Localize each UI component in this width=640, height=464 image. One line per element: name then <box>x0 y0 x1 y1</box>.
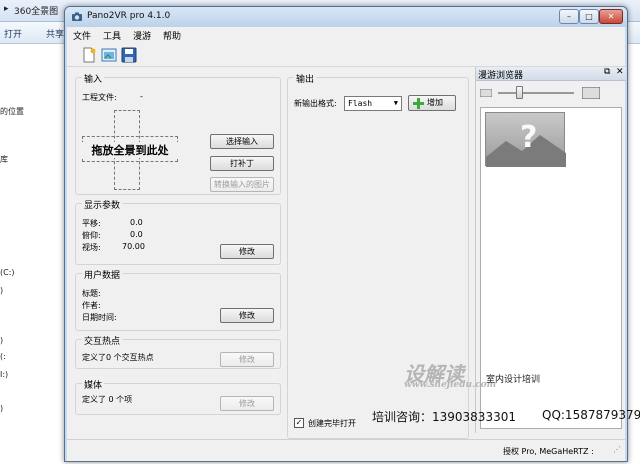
watermark-url: www.shejiedu.com <box>404 380 497 390</box>
output-format-select[interactable]: Flash ▼ <box>344 96 402 111</box>
hotspot-summary: 定义了0 个交互热点 <box>82 353 154 362</box>
watermark-tagline: 室内设计培训 <box>486 375 541 385</box>
project-file-label: 工程文件: <box>82 93 117 102</box>
tilt-value: 0.0 <box>130 230 143 239</box>
tour-browser-title: 漫游浏览器 <box>478 71 524 81</box>
input-group-title: 输入 <box>82 72 105 85</box>
resize-grip-icon[interactable]: ⋰ <box>613 445 621 454</box>
media-group: 媒体 定义了 0 个项 修改 <box>75 378 281 415</box>
dropdown-arrow-icon: ▼ <box>393 99 398 107</box>
sidebar-item[interactable]: (: <box>0 352 6 361</box>
add-output-label: 增加 <box>427 98 443 107</box>
fov-label: 视场: <box>82 243 101 252</box>
sidebar-item[interactable]: 库 <box>0 154 8 165</box>
menu-bar: 文件 工具 漫游 帮助 <box>67 27 625 43</box>
svg-text:?: ? <box>520 120 537 155</box>
new-project-icon[interactable] <box>81 47 97 63</box>
pano2vr-app-icon <box>72 12 82 21</box>
unknown-image-icon: ? <box>486 120 566 167</box>
small-thumb-icon <box>480 89 492 97</box>
explorer-address-text: 360全景图 <box>14 7 59 17</box>
tour-browser-header: 漫游浏览器 ⧉ ✕ <box>476 67 626 81</box>
add-plus-icon <box>413 98 424 109</box>
sidebar-item[interactable]: ) <box>0 404 3 413</box>
status-bar: 授权 Pro, MeGaHeRTZ : ⋰ <box>67 439 625 461</box>
explorer-right-toolbar <box>628 22 640 44</box>
fov-value: 70.00 <box>122 242 145 251</box>
main-toolbar <box>67 43 625 67</box>
maximize-button[interactable]: □ <box>579 9 599 24</box>
user-data-title: 用户数据 <box>82 268 123 281</box>
explorer-sidebar: 的位置 库 (C:) ) ) (: I:) ) <box>0 44 62 464</box>
menu-tour[interactable]: 漫游 <box>133 29 151 42</box>
convert-input-button[interactable]: 转换输入的图片 <box>210 177 274 192</box>
slider-handle[interactable] <box>516 86 523 99</box>
title-bar[interactable]: Pano2VR pro 4.1.0 – □ ✕ <box>65 7 627 27</box>
datetime-label: 日期时间: <box>82 313 117 322</box>
sidebar-item[interactable]: ) <box>0 336 3 345</box>
pano2vr-window: Pano2VR pro 4.1.0 – □ ✕ 文件 工具 漫游 帮助 输入 工… <box>64 6 628 462</box>
minimize-button[interactable]: – <box>559 9 579 24</box>
close-panel-icon[interactable]: ✕ <box>616 67 624 77</box>
media-title: 媒体 <box>82 378 105 391</box>
consult-phone-text: 培训咨询：13903833301 <box>372 410 516 424</box>
sidebar-item[interactable]: ) <box>0 286 3 295</box>
window-title: Pano2VR pro 4.1.0 <box>87 11 171 21</box>
pan-value: 0.0 <box>130 218 143 227</box>
license-text: 授权 Pro, MeGaHeRTZ : <box>503 447 594 456</box>
panorama-thumbnail[interactable]: ? <box>485 112 566 167</box>
display-params-title: 显示参数 <box>82 198 123 211</box>
display-modify-button[interactable]: 修改 <box>220 244 274 259</box>
open-project-icon[interactable] <box>101 47 117 63</box>
patch-button[interactable]: 打补丁 <box>210 156 274 171</box>
panorama-drop-zone[interactable]: 拖放全景到此处 <box>82 110 178 190</box>
display-params-group: 显示参数 平移: 0.0 俯仰: 0.0 视场: 70.00 修改 <box>75 198 281 265</box>
menu-tools[interactable]: 工具 <box>103 29 121 42</box>
hotspot-title: 交互热点 <box>82 334 123 347</box>
qq-contact-text: QQ:1587879379 <box>542 408 640 422</box>
menu-file[interactable]: 文件 <box>73 29 91 42</box>
sidebar-item[interactable]: 的位置 <box>0 106 24 117</box>
media-modify-button[interactable]: 修改 <box>220 396 274 411</box>
thumbnail-size-slider[interactable] <box>498 92 574 94</box>
open-after-label: 创建完毕打开 <box>308 419 356 428</box>
user-data-group: 用户数据 标题: 作者: 日期时间: 修改 <box>75 268 281 331</box>
hotspot-group: 交互热点 定义了0 个交互热点 修改 <box>75 334 281 369</box>
float-panel-icon[interactable]: ⧉ <box>604 67 610 77</box>
output-format-value: Flash <box>348 99 373 108</box>
author-label: 作者: <box>82 301 101 310</box>
chevron-right-icon: ▸ <box>4 4 9 14</box>
save-project-icon[interactable] <box>121 47 137 63</box>
open-after-checkbox[interactable]: ✓ <box>294 418 304 428</box>
drop-zone-text: 拖放全景到此处 <box>82 142 178 158</box>
large-thumb-icon <box>582 87 600 99</box>
add-output-button[interactable]: 增加 <box>408 95 456 111</box>
user-title-label: 标题: <box>82 289 101 298</box>
media-summary: 定义了 0 个项 <box>82 395 133 404</box>
menu-help[interactable]: 帮助 <box>163 29 181 42</box>
tilt-label: 俯仰: <box>82 231 101 240</box>
output-format-label: 新输出格式: <box>294 99 337 108</box>
explorer-open-button[interactable]: 打开 <box>4 27 22 40</box>
sidebar-item[interactable]: (C:) <box>0 268 15 277</box>
explorer-right-edge <box>628 22 640 464</box>
sidebar-item[interactable]: I:) <box>0 370 8 379</box>
close-button[interactable]: ✕ <box>599 9 623 24</box>
input-group: 输入 工程文件: - 拖放全景到此处 选择输入 打补丁 转换输入的图片 <box>75 72 281 195</box>
userdata-modify-button[interactable]: 修改 <box>220 308 274 323</box>
project-file-value: - <box>140 92 143 101</box>
explorer-share-button[interactable]: 共享 <box>46 27 64 40</box>
hotspot-modify-button[interactable]: 修改 <box>220 352 274 367</box>
pan-label: 平移: <box>82 219 101 228</box>
output-title: 输出 <box>294 72 317 85</box>
select-input-button[interactable]: 选择输入 <box>210 134 274 149</box>
